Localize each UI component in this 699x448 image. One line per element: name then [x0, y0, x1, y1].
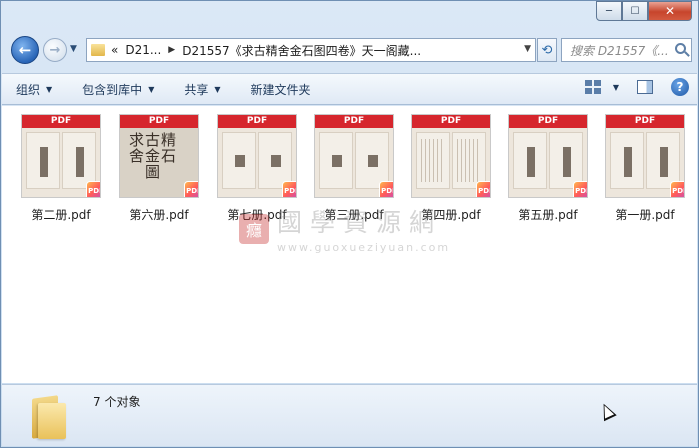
close-button[interactable]: ✕ [648, 1, 692, 21]
watermark-url: www.guoxueziyuan.com [277, 241, 451, 254]
search-icon[interactable] [675, 43, 686, 54]
folder-icon [91, 44, 105, 56]
watermark-seal: 癮 [239, 213, 269, 244]
breadcrumb-arrow-icon[interactable]: ▶ [168, 45, 175, 55]
refresh-button[interactable]: ⟲ [537, 38, 557, 62]
new-folder-button[interactable]: 新建文件夹 [251, 81, 311, 98]
include-in-library-label: 包含到库中 [82, 82, 143, 97]
file-item[interactable]: PDF PDF 第二册.pdf [18, 114, 104, 223]
recent-pages-dropdown[interactable]: ▼ [70, 44, 77, 54]
item-count: 7 个对象 [93, 395, 141, 409]
file-list[interactable]: PDF PDF 第二册.pdf PDF 求古精舍金石圖 PDF 第六册.pdf … [2, 106, 697, 383]
navigation-bar: ← → ▼ « D21... ▶ D21557《求古精舍金石图四卷》天一阁藏..… [9, 35, 692, 67]
share-menu[interactable]: 共享 ▼ [184, 81, 220, 98]
pdf-band: PDF [509, 115, 587, 128]
file-item[interactable]: PDF PDF 第一册.pdf [602, 114, 688, 223]
file-name: 第五册.pdf [518, 208, 578, 222]
pdf-band: PDF [412, 115, 490, 128]
pdf-thumbnail: PDF PDF [411, 114, 491, 198]
search-input[interactable]: 搜索 D21557《... [561, 38, 692, 62]
view-dropdown-icon[interactable]: ▼ [613, 83, 619, 92]
breadcrumb-segment[interactable]: D21... [125, 43, 161, 57]
back-button[interactable]: ← [11, 36, 39, 64]
folder-icon [28, 393, 68, 439]
maximize-button[interactable]: ☐ [622, 1, 648, 21]
organize-label: 组织 [16, 82, 41, 97]
breadcrumb-overflow[interactable]: « [111, 43, 118, 57]
address-bar[interactable]: « D21... ▶ D21557《求古精舍金石图四卷》天一阁藏... ▼ [86, 38, 536, 62]
mouse-cursor-icon [597, 400, 617, 422]
pdf-app-icon: PDF [573, 181, 587, 197]
new-folder-label: 新建文件夹 [250, 82, 311, 97]
breadcrumb-segment-current[interactable]: D21557《求古精舍金石图四卷》天一阁藏... [182, 42, 421, 59]
minimize-button[interactable]: ─ [596, 1, 622, 21]
explorer-window: ─ ☐ ✕ ← → ▼ « D21... ▶ D21557《求古精舍金石图四卷》… [0, 0, 699, 448]
file-name: 第六册.pdf [129, 208, 189, 222]
include-in-library-menu[interactable]: 包含到库中 ▼ [82, 81, 154, 98]
share-label: 共享 [184, 82, 209, 97]
file-item[interactable]: PDF 求古精舍金石圖 PDF 第六册.pdf [116, 114, 202, 223]
help-icon[interactable]: ? [671, 78, 689, 96]
chevron-down-icon: ▼ [46, 84, 53, 94]
pdf-app-icon: PDF [86, 181, 100, 197]
pdf-thumbnail: PDF PDF [605, 114, 685, 198]
pdf-app-icon: PDF [379, 181, 393, 197]
file-item[interactable]: PDF PDF 第五册.pdf [505, 114, 591, 223]
pdf-app-icon: PDF [476, 181, 490, 197]
chevron-down-icon: ▼ [214, 84, 221, 94]
pdf-band: PDF [218, 115, 296, 128]
search-placeholder: 搜索 D21557《... [570, 43, 669, 58]
window-controls: ─ ☐ ✕ [596, 1, 692, 21]
forward-button[interactable]: → [43, 38, 67, 62]
pdf-band: PDF [606, 115, 684, 128]
command-bar: 组织 ▼ 包含到库中 ▼ 共享 ▼ 新建文件夹 ▼ ? [2, 73, 697, 105]
pdf-app-icon: PDF [184, 181, 198, 197]
pdf-app-icon: PDF [282, 181, 296, 197]
pdf-thumbnail: PDF PDF [508, 114, 588, 198]
pdf-thumbnail: PDF PDF [21, 114, 101, 198]
pdf-thumbnail: PDF 求古精舍金石圖 PDF [119, 114, 199, 198]
preview-pane-icon[interactable] [637, 80, 653, 94]
organize-menu[interactable]: 组织 ▼ [16, 81, 52, 98]
pdf-thumbnail: PDF PDF [314, 114, 394, 198]
file-name: 第一册.pdf [615, 208, 675, 222]
pdf-thumbnail: PDF PDF [217, 114, 297, 198]
cover-title: 求古精舍金石圖 [128, 131, 177, 181]
watermark: 癮 國學資源網 www.guoxueziyuan.com [239, 203, 450, 254]
pdf-band: PDF [22, 115, 100, 128]
view-options-icon[interactable] [584, 80, 601, 94]
pdf-band: PDF [120, 115, 198, 128]
chevron-down-icon: ▼ [148, 84, 155, 94]
watermark-title: 國學資源網 [277, 208, 443, 237]
file-name: 第二册.pdf [31, 208, 91, 222]
toolbar-right: ▼ ? [584, 78, 689, 96]
address-dropdown-icon[interactable]: ▼ [524, 44, 531, 54]
details-pane: 7 个对象 [2, 384, 697, 446]
pdf-band: PDF [315, 115, 393, 128]
pdf-app-icon: PDF [670, 181, 684, 197]
